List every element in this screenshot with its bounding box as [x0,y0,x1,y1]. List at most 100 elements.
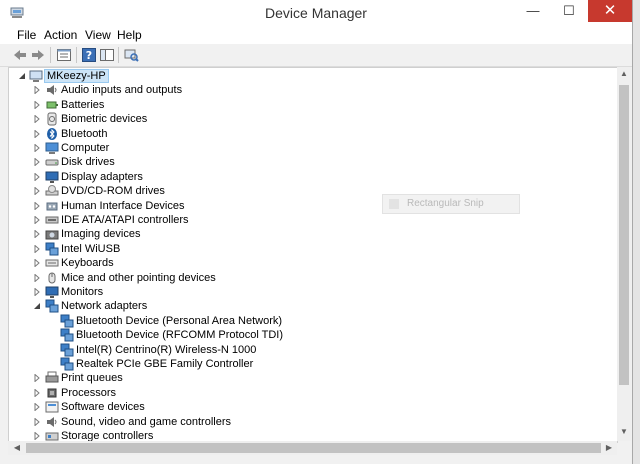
collapsed-arrow-icon[interactable] [33,403,41,412]
hid-icon [46,202,58,211]
collapsed-arrow-icon[interactable] [33,158,41,167]
collapsed-arrow-icon[interactable] [33,129,41,138]
collapsed-arrow-icon[interactable] [33,374,41,383]
tree-item-label: Intel WiUSB [61,242,121,255]
cpu-icon [47,388,57,398]
maximize-button[interactable]: ☐ [552,0,586,22]
snipping-tool-popup[interactable]: Rectangular Snip [382,194,520,214]
show-hide-console-icon[interactable] [99,47,115,63]
printer-icon [45,371,59,383]
forward-arrow-icon[interactable] [30,47,46,63]
collapsed-arrow-icon[interactable] [33,100,41,109]
tree-category[interactable]: Processors [9,386,609,400]
tree-item-label: Keyboards [61,257,114,270]
camera-icon [45,230,59,240]
properties-view-icon[interactable] [56,47,72,63]
tree-item-label: Network adapters [61,300,148,313]
tree-device[interactable]: Bluetooth Device (RFCOMM Protocol TDI) [9,328,609,342]
expanded-arrow-icon[interactable] [33,302,41,310]
tree-item-label: Monitors [61,286,104,298]
tree-category[interactable]: Imaging devices [9,227,609,241]
collapsed-arrow-icon[interactable] [33,187,41,196]
tree-category[interactable]: Sound, video and game controllers [9,415,609,429]
tree-category[interactable]: Monitors [9,285,609,299]
speaker-icon [47,416,57,427]
background-window-edge [633,0,640,464]
menu-action[interactable]: Action [44,28,77,42]
tree-category[interactable]: Computer [9,141,609,155]
collapsed-arrow-icon[interactable] [33,273,41,282]
tree-category[interactable]: Bluetooth [9,127,609,141]
collapsed-arrow-icon[interactable] [33,230,41,239]
collapsed-arrow-icon[interactable] [33,144,41,152]
tree-category[interactable]: Batteries [9,98,609,112]
collapsed-arrow-icon[interactable] [33,172,41,181]
toolbar-separator [76,47,77,63]
vertical-scrollbar[interactable]: ▲ ▼ [617,67,631,441]
collapsed-arrow-icon[interactable] [33,244,41,253]
tree-category[interactable]: Display adapters [9,170,609,184]
collapsed-arrow-icon[interactable] [33,388,41,397]
tree-category[interactable]: Print queues [9,371,609,385]
status-bar [0,456,632,464]
tree-item-label: Imaging devices [61,228,141,241]
collapsed-arrow-icon[interactable] [33,115,41,124]
ide-icon [45,216,59,224]
collapsed-arrow-icon[interactable] [33,288,41,296]
tree-category[interactable]: Keyboards [9,256,609,270]
tree-item-label: Sound, video and game controllers [61,415,231,428]
menu-file[interactable]: File [17,28,36,42]
menu-help[interactable]: Help [117,28,142,42]
device-manager-window: Device Manager — ☐ ✕ File Action View He… [0,0,633,464]
device-tree[interactable]: MKeezy-HP Audio inputs and outputs Batteri… [8,67,618,443]
vertical-scroll-thumb[interactable] [619,85,629,385]
collapsed-arrow-icon[interactable] [33,216,41,224]
tree-root-label: MKeezy-HP [44,69,109,83]
close-button[interactable]: ✕ [588,0,632,22]
tree-item-label: Realtek PCIe GBE Family Controller [76,358,254,370]
tree-item-label: Disk drives [61,156,115,169]
svg-text:?: ? [86,49,92,62]
mouse-icon [48,272,56,284]
tree-category[interactable]: Disk drives [9,155,609,169]
tree-item-label: IDE ATA/ATAPI controllers [61,214,189,226]
scan-hardware-icon[interactable] [123,47,139,63]
tree-item-label: Intel(R) Centrino(R) Wireless-N 1000 [76,343,257,356]
scroll-right-arrow-icon[interactable]: ▶ [602,441,616,455]
scroll-up-arrow-icon[interactable]: ▲ [617,69,631,78]
tree-device[interactable]: Realtek PCIe GBE Family Controller [9,357,609,371]
minimize-button[interactable]: — [516,0,550,22]
expanded-arrow-icon[interactable] [18,72,26,80]
tree-category[interactable]: Biometric devices [9,112,609,126]
back-arrow-icon[interactable] [12,47,28,63]
collapsed-arrow-icon[interactable] [33,417,41,426]
tree-item-label: Batteries [61,98,105,111]
menu-view[interactable]: View [85,28,111,42]
help-icon[interactable]: ? [81,47,97,63]
network-icon [60,357,74,371]
tree-category[interactable]: Software devices [9,400,609,414]
tree-root-computer[interactable]: MKeezy-HP [9,69,609,83]
keyboard-icon [45,259,59,267]
tree-category[interactable]: Mice and other pointing devices [9,271,609,285]
dvd-icon [45,185,59,196]
tree-item-label: Display adapters [61,170,143,183]
tree-device[interactable]: Bluetooth Device (Personal Area Network) [9,314,609,328]
tree-category[interactable]: Intel WiUSB [9,242,609,256]
horizontal-scroll-thumb[interactable] [26,443,601,453]
collapsed-arrow-icon[interactable] [33,201,41,210]
collapsed-arrow-icon[interactable] [33,432,41,440]
collapsed-arrow-icon[interactable] [33,86,41,95]
horizontal-scrollbar[interactable]: ◀ ▶ [8,441,617,455]
tree-device[interactable]: Intel(R) Centrino(R) Wireless-N 1000 [9,343,609,357]
tree-item-label: Biometric devices [61,113,148,126]
network-icon [45,242,59,256]
tree-category[interactable]: Network adapters [9,299,609,313]
tree-item-label: Print queues [61,372,123,385]
tree-item-label: Bluetooth [61,127,108,140]
scroll-down-arrow-icon[interactable]: ▼ [617,427,631,436]
tree-category[interactable]: Audio inputs and outputs [9,83,609,97]
tree-category[interactable]: IDE ATA/ATAPI controllers [9,213,609,227]
scroll-left-arrow-icon[interactable]: ◀ [10,441,24,455]
collapsed-arrow-icon[interactable] [33,259,41,268]
